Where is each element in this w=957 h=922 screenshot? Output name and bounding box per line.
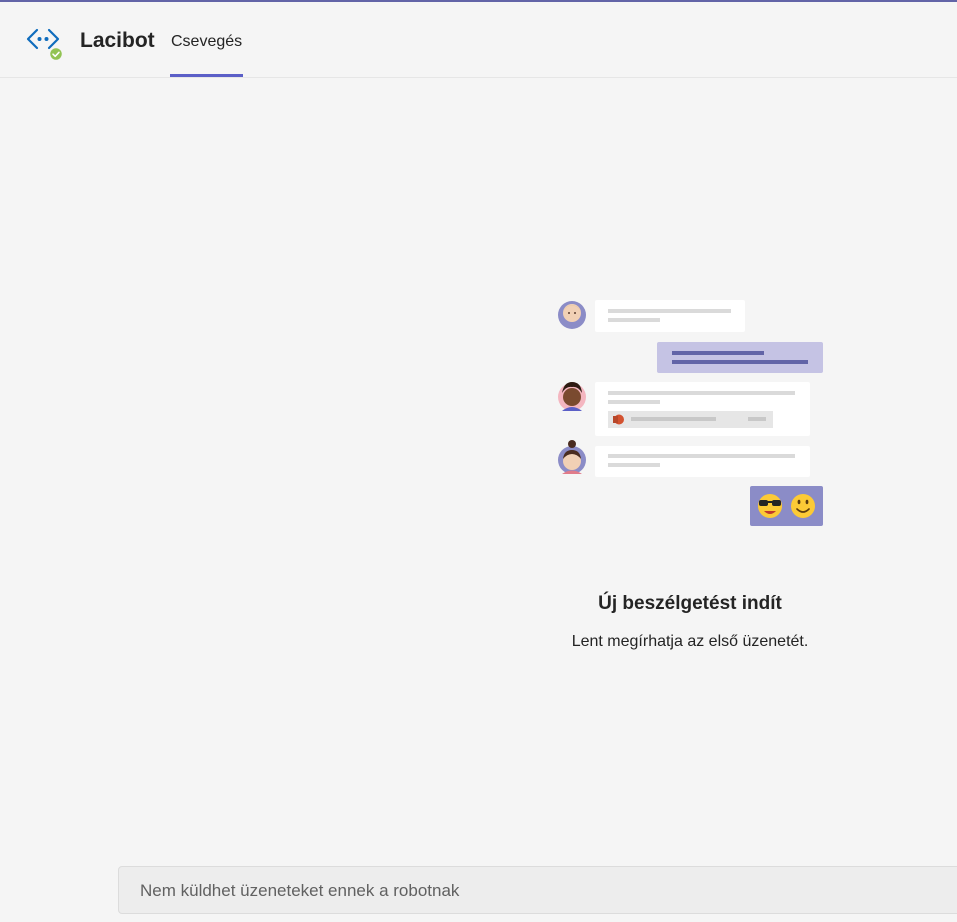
person-avatar-2 — [558, 382, 586, 411]
composer-placeholder: Nem küldhet üzeneteket ennek a robotnak — [140, 881, 460, 900]
own-message-bubble — [657, 342, 823, 373]
bot-avatar[interactable] — [26, 26, 64, 62]
message-composer[interactable]: Nem küldhet üzeneteket ennek a robotnak — [118, 866, 957, 914]
person-avatar-3 — [558, 440, 586, 474]
message-bubble-3 — [595, 446, 810, 477]
available-check-icon — [48, 46, 64, 62]
bot-name: Lacibot — [80, 29, 155, 52]
smiley-emoji-icon — [791, 494, 815, 518]
tab-chat[interactable]: Csevegés — [170, 2, 243, 77]
sunglasses-emoji-icon — [758, 494, 782, 518]
tab-chat-label: Csevegés — [171, 33, 243, 50]
bot-code-icon — [26, 28, 64, 62]
tab-selected-indicator — [170, 74, 243, 77]
empty-state-subtitle: Lent megírhatja az első üzenetét. — [571, 633, 809, 650]
empty-state-title: Új beszélgetést indít — [598, 593, 782, 614]
chat-header: Lacibot Csevegés — [0, 2, 957, 78]
empty-state: Új beszélgetést indít Lent megírhatja az… — [540, 294, 840, 674]
person-avatar-1 — [558, 301, 586, 329]
chat-illustration — [558, 300, 823, 526]
message-bubble-1 — [595, 300, 745, 332]
